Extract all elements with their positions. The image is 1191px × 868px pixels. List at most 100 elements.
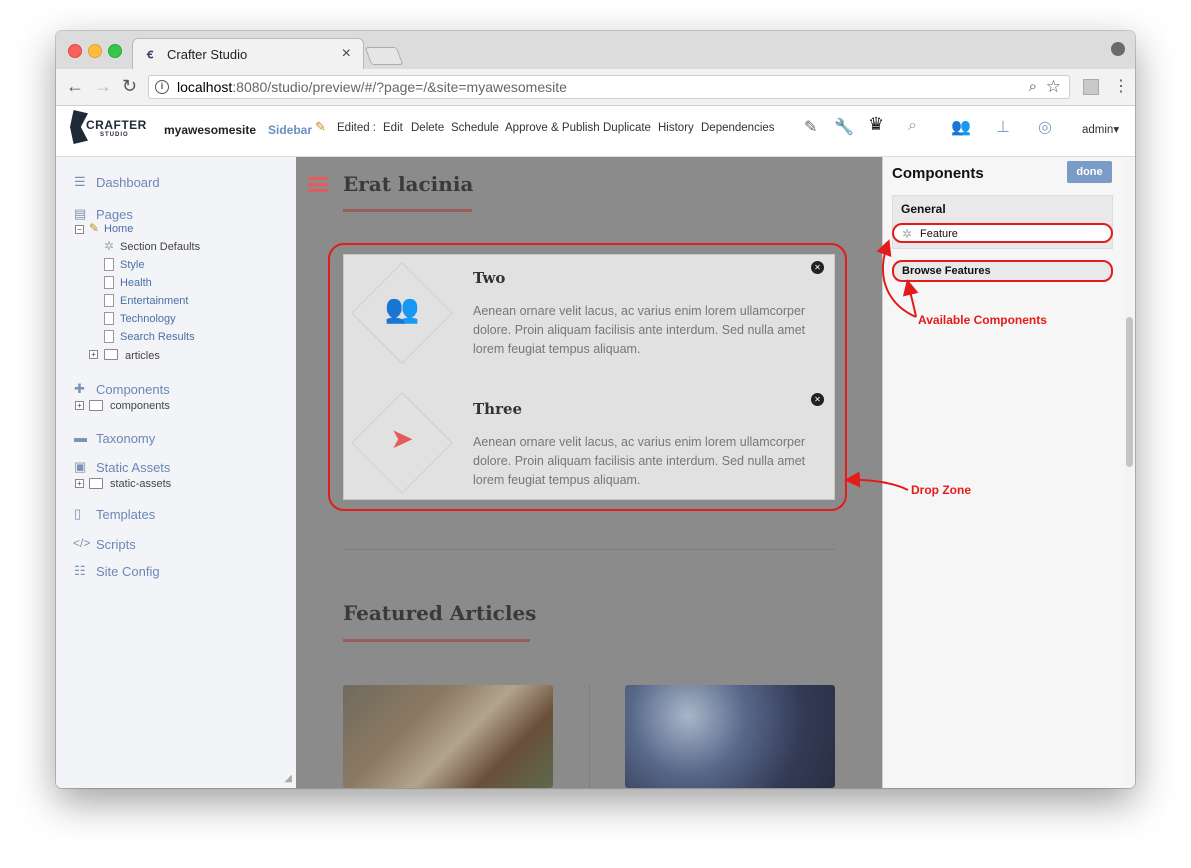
panel-scrollbar-thumb[interactable] — [1126, 317, 1133, 467]
site-sidebar: ☰ Dashboard ▤ Pages − ✎ Home ✲ Section D… — [56, 157, 297, 788]
done-button[interactable]: done — [1067, 161, 1112, 183]
dependencies-action[interactable]: Dependencies — [701, 122, 775, 134]
duplicate-action[interactable]: Duplicate — [603, 122, 651, 134]
site-config-sliders-icon: ☷ — [74, 563, 86, 578]
feature-text: Aenean ornare velit lacus, ac varius eni… — [473, 304, 806, 356]
page-icon — [104, 276, 114, 289]
tree-item-static-assets[interactable]: static-assets — [110, 478, 171, 490]
history-action[interactable]: History — [658, 122, 694, 134]
close-window-button[interactable] — [68, 44, 82, 58]
sidebar-item-pages[interactable]: Pages — [96, 207, 133, 222]
folder-icon — [104, 349, 118, 360]
delete-action[interactable]: Delete — [411, 122, 444, 134]
maximize-window-button[interactable] — [108, 44, 122, 58]
tree-item-section-defaults[interactable]: Section Defaults — [120, 241, 200, 253]
tree-item-entertainment[interactable]: Entertainment — [120, 295, 188, 307]
back-arrow-icon[interactable]: ← — [66, 76, 84, 97]
crafter-logo[interactable]: CRAFTER STUDIO — [70, 110, 146, 144]
edited-status: Edited : — [337, 122, 376, 134]
tab-title: Crafter Studio — [167, 47, 248, 62]
address-row: ← → ↻ i localhost:8080/studio/preview/#/… — [56, 69, 1135, 106]
pencil-icon[interactable]: ✎ — [804, 117, 817, 137]
tree-item-search-results[interactable]: Search Results — [120, 331, 195, 343]
browser-tab[interactable]: ꞓ Crafter Studio × — [132, 38, 364, 69]
home-edited-icon: ✎ — [89, 221, 100, 235]
url-text[interactable]: localhost:8080/studio/preview/#/?page=/&… — [177, 79, 567, 95]
address-bar[interactable]: i localhost:8080/studio/preview/#/?page=… — [148, 75, 1070, 99]
feature-component-item[interactable]: ✲ Feature — [892, 223, 1113, 243]
logo-word: CRAFTER — [86, 118, 147, 132]
page-icon — [104, 294, 114, 307]
page-icon — [104, 312, 114, 325]
sidebar-item-static-assets[interactable]: Static Assets — [96, 460, 170, 475]
reload-icon[interactable]: ↻ — [122, 76, 137, 97]
article-separator — [589, 685, 590, 788]
sidebar-item-site-config[interactable]: Site Config — [96, 564, 160, 579]
components-panel: Components done General ✲ Feature Browse… — [882, 157, 1135, 788]
tree-item-technology[interactable]: Technology — [120, 313, 176, 325]
feature-drop-zone[interactable]: 👥 Two Aenean ornare velit lacus, ac vari… — [343, 254, 835, 500]
sidebar-item-taxonomy[interactable]: Taxonomy — [96, 431, 155, 446]
browser-window: ꞓ Crafter Studio × ← → ↻ i localhost:808… — [56, 31, 1135, 788]
general-section-header[interactable]: General — [901, 202, 946, 216]
forward-arrow-icon[interactable]: → — [94, 76, 112, 97]
remove-component-icon[interactable]: ✕ — [811, 393, 824, 406]
feature-card[interactable]: ➤ Three Aenean ornare velit lacus, ac va… — [344, 385, 834, 505]
dashboard-icon: ☰ — [74, 174, 86, 189]
search-icon[interactable]: ⌕ — [908, 117, 917, 135]
home-collapse-toggle[interactable]: − — [75, 225, 84, 234]
articles-expand-toggle[interactable]: + — [89, 350, 98, 359]
tree-item-health[interactable]: Health — [120, 277, 152, 289]
extension-icon[interactable] — [1083, 79, 1099, 95]
templates-code-file-icon: ▯ — [74, 506, 82, 521]
user-menu[interactable]: admin▾ — [1082, 122, 1119, 136]
zoom-icon[interactable]: ⌕ — [1029, 78, 1037, 95]
tree-item-style[interactable]: Style — [120, 259, 144, 271]
site-name[interactable]: myawesomesite — [164, 123, 256, 137]
tab-close-icon[interactable]: × — [342, 45, 351, 63]
tree-item-articles[interactable]: articles — [125, 350, 160, 362]
pages-icon: ▤ — [74, 206, 87, 221]
info-icon[interactable]: i — [155, 80, 169, 94]
users-icon: 👥 — [384, 293, 420, 324]
minimize-window-button[interactable] — [88, 44, 102, 58]
resize-handle-icon[interactable]: ◢ — [284, 773, 292, 784]
sidebar-item-templates[interactable]: Templates — [96, 507, 155, 522]
bookmark-star-icon[interactable]: ☆ — [1046, 77, 1061, 97]
browser-menu-icon[interactable]: ⋮ — [1113, 76, 1129, 96]
feature-title: Three — [473, 400, 523, 418]
edited-pencil-icon: ✎ — [315, 119, 326, 134]
sidebar-item-scripts[interactable]: Scripts — [96, 537, 136, 552]
scripts-code-icon: </> — [73, 536, 91, 550]
browse-features-section[interactable]: Browse Features — [892, 260, 1113, 282]
puzzle-icon: ✲ — [902, 227, 913, 241]
preview-ninja-icon[interactable]: ♛ — [868, 114, 884, 135]
sidebar-item-components[interactable]: Components — [96, 382, 170, 397]
article-thumbnail-concert[interactable] — [625, 685, 835, 788]
section-divider — [343, 549, 835, 550]
drop-zone-annotation: Drop Zone — [911, 483, 971, 497]
article-thumbnail-food[interactable] — [343, 685, 553, 788]
profile-icon[interactable] — [1111, 42, 1125, 56]
feature-card[interactable]: 👥 Two Aenean ornare velit lacus, ac vari… — [344, 255, 834, 375]
tree-item-components[interactable]: components — [110, 400, 170, 412]
folder-icon — [89, 478, 103, 489]
sitemap-icon[interactable]: ⊥ — [996, 117, 1010, 137]
tree-item-home[interactable]: Home — [104, 223, 133, 235]
components-expand-toggle[interactable]: + — [75, 401, 84, 410]
sidebar-item-dashboard[interactable]: Dashboard — [96, 175, 160, 190]
approve-publish-action[interactable]: Approve & Publish — [505, 122, 600, 134]
help-lifebuoy-icon[interactable]: ◎ — [1038, 117, 1052, 137]
tab-strip: ꞓ Crafter Studio × — [56, 31, 1135, 69]
sidebar-toggle[interactable]: Sidebar — [268, 123, 312, 137]
crafter-favicon-icon: ꞓ — [147, 46, 154, 61]
new-tab-button[interactable] — [364, 47, 404, 65]
panel-scrollbar-track[interactable] — [1124, 157, 1135, 788]
users-icon[interactable]: 👥 — [951, 117, 971, 137]
remove-component-icon[interactable]: ✕ — [811, 261, 824, 274]
edit-action[interactable]: Edit — [383, 122, 403, 134]
static-assets-expand-toggle[interactable]: + — [75, 479, 84, 488]
preview-menu-icon[interactable] — [308, 177, 328, 180]
schedule-action[interactable]: Schedule — [451, 122, 499, 134]
wrench-icon[interactable]: 🔧 — [834, 117, 854, 137]
